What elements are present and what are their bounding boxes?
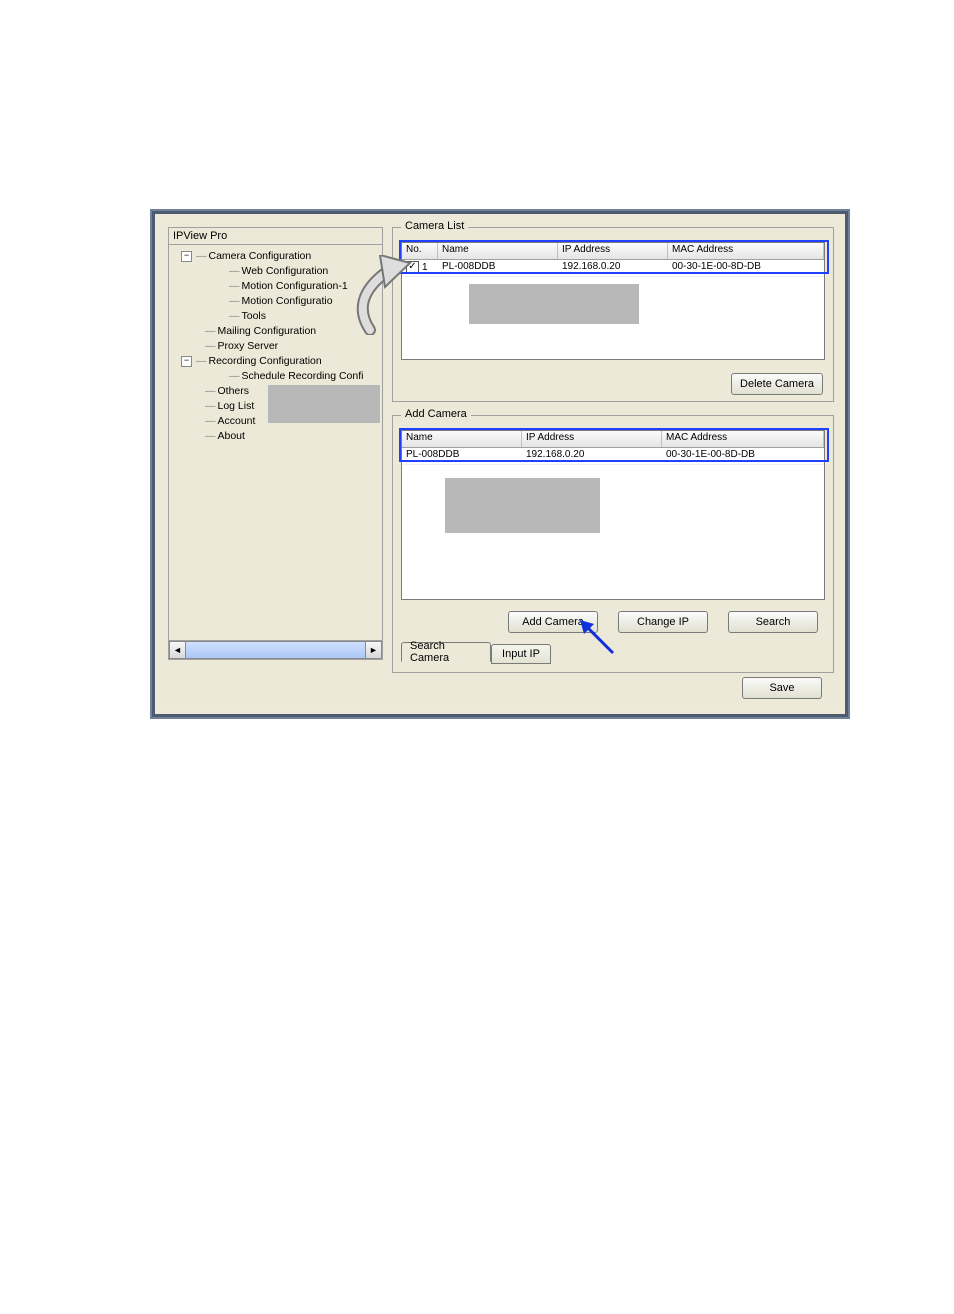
- col-no[interactable]: No.: [402, 243, 438, 259]
- cell-name: PL-008DDB: [438, 260, 558, 276]
- redaction-box: [268, 385, 380, 423]
- tree-label: Recording Configuration: [209, 355, 322, 367]
- nav-tree-panel: IPView Pro −—Camera Configuration —Web C…: [168, 227, 383, 687]
- camera-list-group: Camera List No. Name IP Address MAC Addr…: [392, 227, 834, 402]
- table-header-row: No. Name IP Address MAC Address: [402, 243, 824, 260]
- tab-search-camera[interactable]: Search Camera: [401, 642, 491, 662]
- save-button[interactable]: Save: [742, 677, 822, 699]
- tree-label: Camera Configuration: [209, 250, 312, 262]
- tab-input-ip[interactable]: Input IP: [491, 644, 551, 664]
- search-button[interactable]: Search: [728, 611, 818, 633]
- cell-name: PL-008DDB: [402, 448, 522, 464]
- change-ip-button[interactable]: Change IP: [618, 611, 708, 633]
- checkbox-icon[interactable]: ✓: [406, 261, 419, 274]
- tree-item-schedule[interactable]: —Schedule Recording Confi: [229, 369, 380, 384]
- cell-no: ✓1: [402, 260, 438, 276]
- col-ip[interactable]: IP Address: [558, 243, 668, 259]
- col-ip[interactable]: IP Address: [522, 431, 662, 447]
- tree-label: Motion Configuration-1: [242, 280, 348, 292]
- window-client-area: IPView Pro −—Camera Configuration —Web C…: [160, 219, 840, 709]
- col-name[interactable]: Name: [438, 243, 558, 259]
- tree-item-recording[interactable]: −—Recording Configuration: [181, 354, 380, 369]
- tree-hscrollbar[interactable]: ◄ ►: [169, 640, 382, 659]
- cell-ip: 192.168.0.20: [558, 260, 668, 276]
- tree-item-about[interactable]: —About: [205, 429, 380, 444]
- tree-item-tools[interactable]: —Tools: [229, 309, 380, 324]
- col-mac[interactable]: MAC Address: [668, 243, 824, 259]
- tree-item-web-config[interactable]: —Web Configuration: [229, 264, 380, 279]
- tree-label: Account: [218, 415, 256, 427]
- collapse-icon[interactable]: −: [181, 251, 192, 262]
- tree-label: Others: [218, 385, 250, 397]
- delete-camera-button[interactable]: Delete Camera: [731, 373, 823, 395]
- scroll-right-icon[interactable]: ►: [365, 641, 382, 659]
- tree-label: About: [218, 430, 245, 442]
- redaction-box: [445, 478, 600, 533]
- tree-label: Log List: [218, 400, 255, 412]
- group-title: Camera List: [401, 220, 468, 232]
- table-header-row: Name IP Address MAC Address: [402, 431, 824, 448]
- nav-tree[interactable]: −—Camera Configuration —Web Configuratio…: [168, 245, 383, 660]
- tree-label: Schedule Recording Confi: [242, 370, 364, 382]
- nav-tree-header: IPView Pro: [168, 227, 383, 245]
- tree-label: Web Configuration: [242, 265, 329, 277]
- scroll-track[interactable]: [186, 641, 365, 659]
- tree-label: Motion Configuratio: [242, 295, 333, 307]
- tree-label: Proxy Server: [218, 340, 279, 352]
- tree-label: Mailing Configuration: [218, 325, 317, 337]
- cell-ip: 192.168.0.20: [522, 448, 662, 464]
- scroll-left-icon[interactable]: ◄: [169, 641, 186, 659]
- tree-item-motion-2[interactable]: —Motion Configuratio: [229, 294, 380, 309]
- cell-mac: 00-30-1E-00-8D-DB: [668, 260, 824, 276]
- group-title: Add Camera: [401, 408, 471, 420]
- tree-item-mailing[interactable]: —Mailing Configuration: [205, 324, 380, 339]
- collapse-icon[interactable]: −: [181, 356, 192, 367]
- add-camera-button[interactable]: Add Camera: [508, 611, 598, 633]
- tree-item-motion-1[interactable]: —Motion Configuration-1: [229, 279, 380, 294]
- redaction-box: [469, 284, 639, 324]
- cell-mac: 00-30-1E-00-8D-DB: [662, 448, 824, 464]
- tree-item-proxy[interactable]: —Proxy Server: [205, 339, 380, 354]
- app-window: IPView Pro −—Camera Configuration —Web C…: [150, 209, 850, 719]
- col-mac[interactable]: MAC Address: [662, 431, 824, 447]
- table-row[interactable]: ✓1 PL-008DDB 192.168.0.20 00-30-1E-00-8D…: [402, 260, 824, 277]
- tree-item-camera-config[interactable]: −—Camera Configuration: [181, 249, 380, 264]
- col-name[interactable]: Name: [402, 431, 522, 447]
- table-row[interactable]: PL-008DDB 192.168.0.20 00-30-1E-00-8D-DB: [402, 448, 824, 465]
- tree-label: Tools: [242, 310, 267, 322]
- add-camera-group: Add Camera Name IP Address MAC Address P…: [392, 415, 834, 673]
